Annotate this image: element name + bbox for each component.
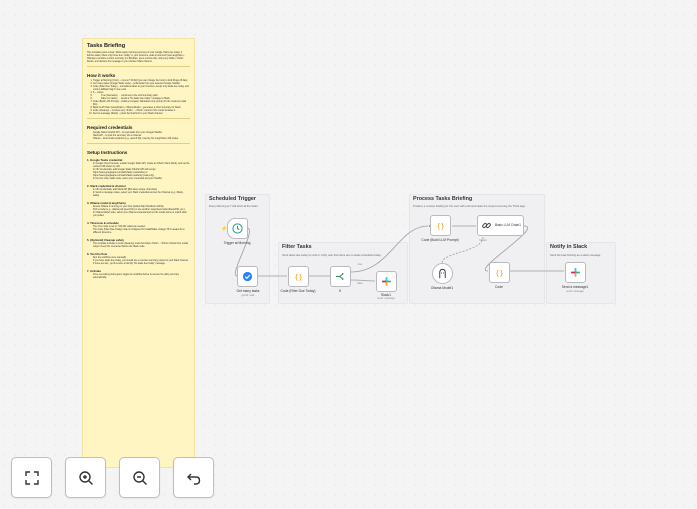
wire-label-true: true	[357, 263, 363, 266]
connection-wire[interactable]	[350, 279, 376, 282]
node-label: Code (Filter Due Today)	[280, 289, 316, 293]
ollama-icon	[439, 268, 446, 279]
llm-chain-node[interactable]: Basic LLM Chain1	[477, 215, 524, 236]
undo-button[interactable]	[173, 457, 214, 498]
node-label: Send a message1	[561, 285, 589, 289]
node-label: Code (Build LLM Prompt)	[421, 238, 459, 242]
zoom-out-button[interactable]	[119, 457, 160, 498]
slack-icon	[570, 267, 581, 278]
fit-view-icon	[24, 470, 39, 485]
node-label: Basic LLM Chain1	[495, 222, 521, 227]
send-message-node[interactable]	[565, 262, 586, 283]
node-subtitle: getAll: task	[241, 294, 255, 297]
if-node[interactable]	[330, 266, 351, 287]
branch-icon	[335, 273, 344, 280]
node-label: Code	[495, 285, 503, 289]
trigger-node[interactable]	[227, 218, 248, 239]
get-tasks-node[interactable]	[237, 266, 258, 287]
svg-text:{}: {}	[436, 221, 445, 230]
node-label: Ollama Model1	[430, 286, 454, 290]
zoom-to-fit-button[interactable]	[11, 457, 52, 498]
connection-wire[interactable]	[350, 225, 429, 273]
node-subtitle: send: message	[566, 290, 584, 293]
svg-text:{}: {}	[294, 272, 303, 281]
node-subtitle: send: message	[377, 297, 395, 300]
wire-label-model: Model	[479, 239, 487, 242]
zoom-in-icon	[78, 470, 93, 485]
filter-code-node[interactable]: {}	[288, 266, 309, 287]
cleanup-code-node[interactable]: {}	[489, 262, 510, 283]
slack1-node[interactable]	[376, 271, 397, 292]
build-prompt-node[interactable]: {}	[430, 215, 451, 236]
google-tasks-icon	[242, 271, 253, 282]
node-label: Get many tasks	[236, 289, 260, 293]
link-icon	[482, 223, 491, 228]
zoom-in-button[interactable]	[65, 457, 106, 498]
svg-text:{}: {}	[495, 268, 504, 277]
undo-icon	[186, 473, 200, 485]
node-label: If	[339, 289, 341, 293]
wire-label-false: false	[357, 282, 363, 285]
node-label: Trigger at Morning	[223, 241, 251, 245]
code-icon: {}	[294, 272, 303, 281]
clock-icon	[232, 223, 243, 234]
connections	[234, 224, 568, 282]
code-icon: {}	[436, 221, 445, 230]
ollama-node[interactable]	[432, 263, 453, 284]
slack-icon	[381, 276, 392, 287]
zoom-out-icon	[132, 470, 147, 485]
code-icon: {}	[495, 268, 504, 277]
trigger-bolt-icon: ⚡	[221, 226, 228, 232]
